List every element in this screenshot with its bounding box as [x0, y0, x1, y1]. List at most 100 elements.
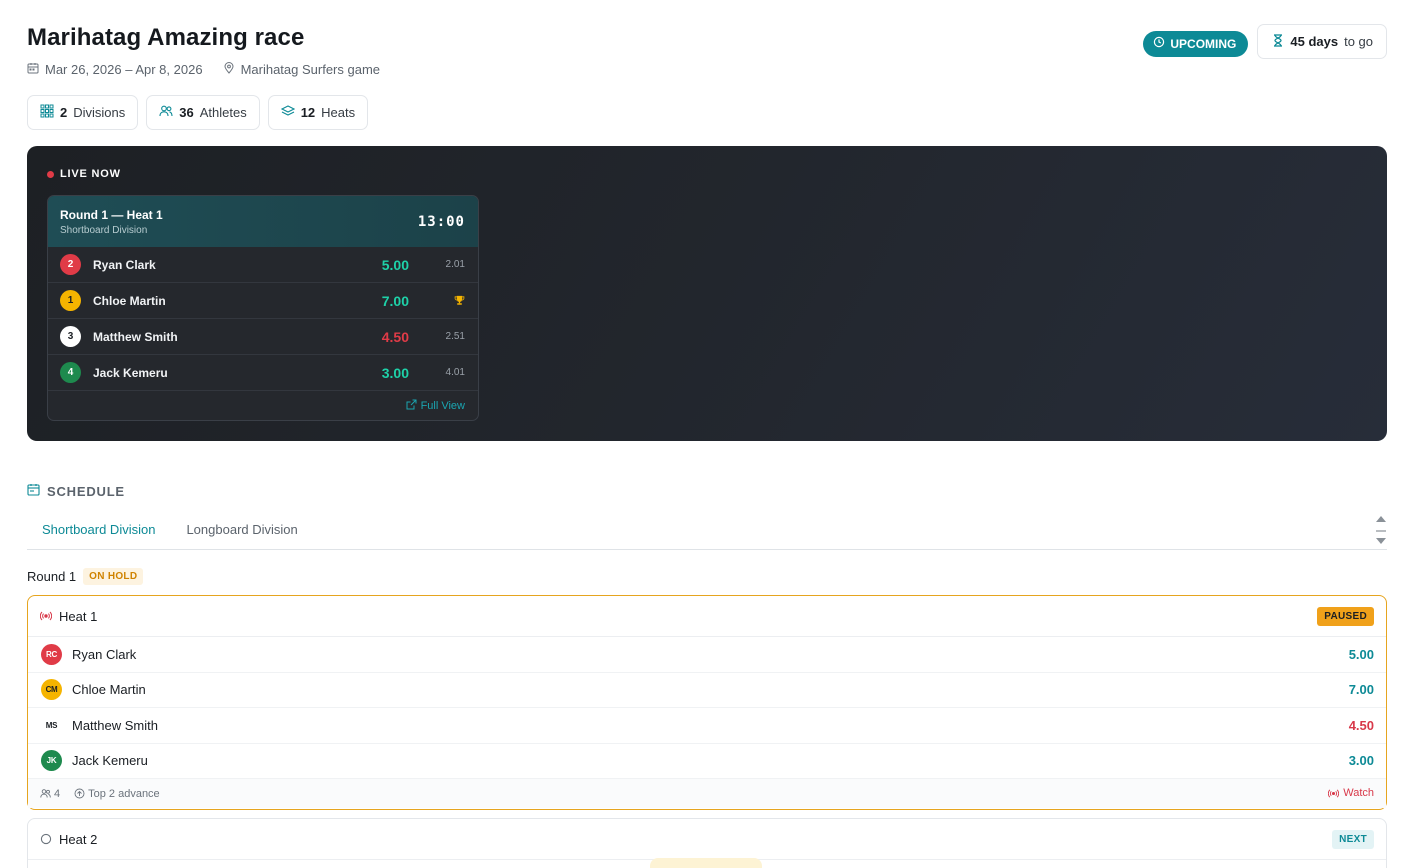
live-heat-header: Round 1 — Heat 1 Shortboard Division 13:… [48, 196, 478, 247]
countdown-suffix: to go [1344, 34, 1373, 49]
floating-notice[interactable] [650, 858, 762, 868]
status-badge-label: UPCOMING [1170, 36, 1237, 51]
athlete-name: Ryan Clark [93, 257, 156, 272]
live-heat-timer: 13:00 [417, 214, 465, 230]
heat-header: Heat 1 PAUSED [28, 596, 1386, 637]
live-indicator: LIVE NOW [47, 168, 121, 180]
heat-athlete-row[interactable]: MS Matthew Smith 4.50 [28, 708, 1386, 744]
athlete-score: 7.00 [1348, 682, 1374, 698]
stat-heats[interactable]: 12 Heats [267, 95, 369, 130]
grid-icon [40, 104, 54, 121]
live-athlete-row[interactable]: 2 Ryan Clark 5.00 2.01 [48, 247, 478, 283]
tab-longboard-division[interactable]: Longboard Division [171, 514, 313, 550]
round-header: Round 1 ON HOLD [27, 568, 144, 585]
athlete-score: 3.00 [1348, 753, 1374, 769]
stat-value: 2 [60, 105, 68, 120]
event-dates: Mar 26, 2026 – Apr 8, 2026 [45, 62, 203, 77]
watch-label: Watch [1343, 787, 1374, 799]
broadcast-icon [1328, 789, 1340, 797]
athlete-score: 7.00 [381, 292, 409, 309]
broadcast-icon [40, 610, 52, 622]
athlete-count: 4 [40, 788, 60, 800]
tab-scroll-control[interactable] [1375, 514, 1387, 548]
countdown-box: 45 days to go [1257, 24, 1387, 59]
trophy-icon [454, 295, 465, 306]
location-pin-icon [223, 62, 235, 77]
athlete-needs: 2.01 [445, 259, 465, 270]
live-heat-division: Shortboard Division [60, 225, 148, 236]
athlete-score: 5.00 [1348, 646, 1374, 662]
position-badge: 1 [60, 290, 81, 311]
layers-icon [280, 104, 295, 121]
avatar: JK [41, 750, 62, 772]
heat-athlete-row[interactable]: CM Chloe Martin 7.00 [28, 673, 1386, 708]
athlete-name: Jack Kemeru [72, 753, 148, 769]
tab-shortboard-division[interactable]: Shortboard Division [27, 514, 171, 550]
heat-name: Heat 1 [59, 608, 98, 624]
live-athlete-row[interactable]: 4 Jack Kemeru 3.00 4.01 [48, 355, 478, 391]
position-badge: 4 [60, 362, 81, 383]
live-panel: LIVE NOW Round 1 — Heat 1 Shortboard Div… [27, 146, 1387, 441]
stat-value: 36 [179, 105, 194, 120]
stat-divisions[interactable]: 2 Divisions [27, 95, 139, 130]
event-location: Marihatag Surfers game [240, 62, 381, 77]
full-view-label: Full View [420, 400, 465, 412]
heat-card[interactable]: Heat 1 PAUSED RC Ryan Clark 5.00 CM Chlo… [27, 595, 1387, 810]
event-page: Marihatag Amazing race Mar 26, 2026 – Ap… [0, 0, 1421, 868]
heat-athlete-row[interactable]: RC Ryan Clark 5.00 [28, 637, 1386, 673]
round-name: Round 1 [27, 569, 77, 584]
stat-label: Heats [321, 105, 356, 120]
watch-button[interactable]: Watch [1328, 787, 1374, 799]
circle-icon [40, 833, 52, 845]
header-status-group: UPCOMING 45 days to go [1143, 24, 1387, 59]
athlete-score: 4.50 [381, 328, 409, 345]
avatar: CM [41, 679, 62, 701]
stat-label: Athletes [199, 105, 247, 120]
calendar-icon [27, 483, 40, 499]
event-meta: Mar 26, 2026 – Apr 8, 2026 Marihatag Sur… [27, 62, 380, 77]
full-view-link[interactable]: Full View [48, 391, 478, 420]
athlete-needs: 2.51 [445, 331, 465, 342]
round-status-badge: ON HOLD [83, 568, 144, 585]
live-label: LIVE NOW [60, 168, 121, 180]
heat-footer: 4 Top 2 advance Watch [28, 779, 1386, 808]
athlete-score: 4.50 [1348, 717, 1374, 733]
live-heat-title: Round 1 — Heat 1 [60, 208, 163, 222]
advance-info: Top 2 advance [74, 788, 160, 800]
athlete-name: Matthew Smith [93, 329, 178, 344]
athlete-name: Jack Kemeru [93, 365, 168, 380]
calendar-icon [27, 62, 39, 77]
stat-athletes[interactable]: 36 Athletes [146, 95, 260, 130]
clock-icon [1153, 36, 1165, 51]
live-dot-icon [47, 170, 54, 178]
position-badge: 3 [60, 326, 81, 347]
event-header: Marihatag Amazing race Mar 26, 2026 – Ap… [27, 24, 1387, 134]
position-badge: 2 [60, 254, 81, 275]
heat-name: Heat 2 [59, 831, 98, 847]
live-athlete-row[interactable]: 1 Chloe Martin 7.00 [48, 283, 478, 319]
division-tabs: Shortboard Division Longboard Division [27, 514, 1387, 550]
advance-label: Top 2 advance [88, 787, 160, 800]
users-icon [159, 104, 173, 121]
heat-athlete-row[interactable]: JK Jack Kemeru 3.00 [28, 744, 1386, 779]
athlete-name: Chloe Martin [93, 293, 166, 308]
live-athlete-row[interactable]: 3 Matthew Smith 4.50 2.51 [48, 319, 478, 355]
hourglass-icon [1272, 33, 1284, 50]
arrow-up-circle-icon [74, 788, 85, 799]
stat-label: Divisions [73, 105, 126, 120]
athlete-score: 5.00 [381, 256, 409, 273]
schedule-heading: SCHEDULE [27, 483, 125, 499]
stat-value: 12 [300, 105, 316, 120]
countdown-value: 45 days [1290, 34, 1339, 49]
live-heat-card[interactable]: Round 1 — Heat 1 Shortboard Division 13:… [47, 195, 479, 421]
avatar: MS [41, 714, 62, 736]
schedule-label: SCHEDULE [47, 483, 125, 499]
heat-header: Heat 2 NEXT [28, 819, 1386, 860]
athlete-name: Matthew Smith [72, 717, 158, 733]
stats-row: 2 Divisions 36 Athletes 12 Heats [27, 95, 369, 130]
scroll-arrows-icon [1376, 516, 1386, 544]
athlete-name: Ryan Clark [72, 646, 137, 662]
external-link-icon [406, 399, 417, 413]
avatar: RC [41, 643, 62, 665]
status-badge: UPCOMING [1143, 30, 1249, 57]
